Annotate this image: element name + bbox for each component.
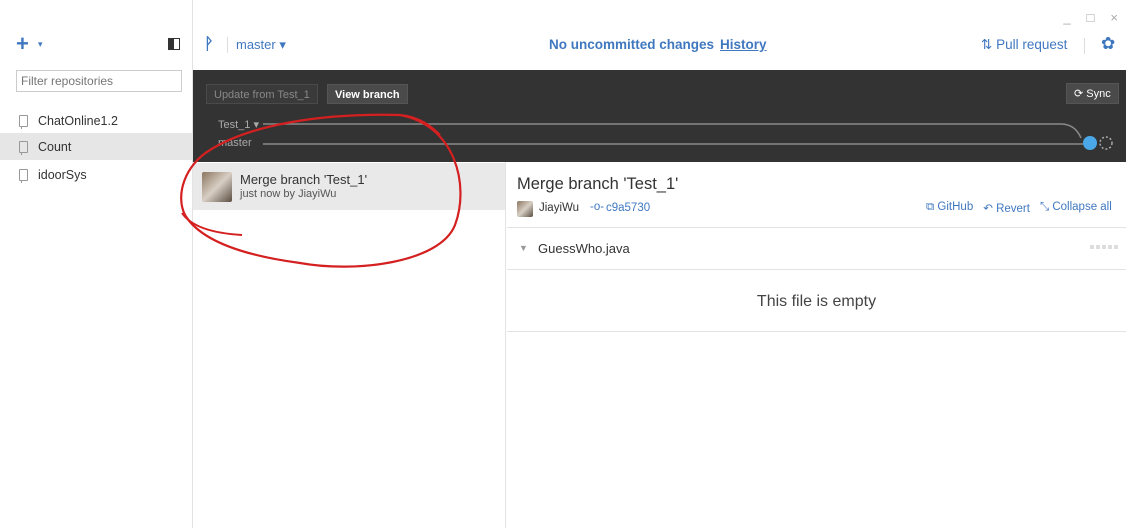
commit-author: JiayiWu	[539, 202, 580, 214]
update-from-branch-button[interactable]: Update from Test_1	[206, 84, 318, 104]
revert-button[interactable]: ↶ Revert	[983, 201, 1030, 215]
divider	[227, 37, 228, 53]
commit-actions: ⧉ GitHub ↶ Revert ⤡ Collapse all	[926, 201, 1112, 215]
commit-node-icon	[1083, 136, 1097, 150]
diff-stat-bar	[1090, 245, 1120, 249]
repo-label: idoorSys	[38, 167, 87, 182]
status-text[interactable]: No uncommitted changes	[549, 37, 714, 52]
repository-icon	[19, 168, 28, 183]
changed-file-name[interactable]: GuessWho.java	[538, 241, 630, 256]
add-repository-button[interactable]: +	[16, 33, 29, 55]
github-label: GitHub	[937, 201, 974, 213]
maximize-button[interactable]: □	[1087, 10, 1095, 25]
external-link-icon: ⧉	[926, 201, 935, 213]
sync-icon: ⟳	[1074, 88, 1084, 100]
pull-request-button[interactable]: ⇅ Pull request	[981, 37, 1067, 53]
commit-icon: -o-	[590, 201, 605, 213]
divider	[507, 227, 1126, 228]
repo-item-chatonline[interactable]: ChatOnline1.2	[0, 107, 192, 134]
pending-node-icon	[1099, 136, 1113, 150]
repository-icon	[19, 140, 28, 155]
gear-icon[interactable]: ✿	[1101, 34, 1115, 54]
toggle-sidebar-icon[interactable]	[168, 38, 180, 50]
repo-label: ChatOnline1.2	[38, 113, 118, 128]
divider	[507, 331, 1126, 332]
pull-request-icon: ⇅	[981, 37, 993, 52]
sync-button[interactable]: ⟳ Sync	[1066, 83, 1119, 104]
repository-icon	[19, 114, 28, 129]
divider	[507, 269, 1126, 270]
empty-file-message: This file is empty	[756, 293, 877, 310]
window-controls: _ □ ×	[1063, 10, 1118, 25]
red-circle-annotation	[180, 113, 462, 268]
close-button[interactable]: ×	[1110, 10, 1118, 25]
branch-selector[interactable]: master ▾	[236, 37, 286, 53]
repo-label: Count	[38, 139, 72, 154]
sync-label: Sync	[1086, 88, 1111, 100]
changes-status: No uncommitted changes History	[549, 37, 767, 52]
history-tab[interactable]: History	[720, 37, 767, 52]
merge-curve	[1060, 123, 1082, 139]
divider	[1084, 38, 1085, 54]
revert-label: Revert	[996, 203, 1030, 215]
repo-item-count[interactable]: Count	[0, 133, 192, 160]
collapse-all-button[interactable]: ⤡ Collapse all	[1040, 201, 1112, 215]
commit-detail-title: Merge branch 'Test_1'	[517, 175, 679, 193]
view-on-github-button[interactable]: ⧉ GitHub	[926, 201, 973, 215]
pull-request-label: Pull request	[996, 37, 1068, 52]
chevron-down-icon[interactable]: ▼	[519, 243, 528, 253]
minimize-button[interactable]: _	[1063, 10, 1070, 25]
filter-repositories-input[interactable]	[16, 70, 182, 92]
collapse-label: Collapse all	[1052, 201, 1112, 213]
revert-icon: ↶	[983, 203, 993, 215]
add-caret-icon[interactable]: ▾	[38, 39, 43, 50]
collapse-icon: ⤡	[1039, 201, 1050, 213]
author-avatar	[517, 201, 533, 217]
commit-sha-link[interactable]: c9a5730	[606, 202, 650, 214]
view-branch-button[interactable]: View branch	[327, 84, 408, 104]
repo-item-idoorsys[interactable]: idoorSys	[0, 161, 192, 188]
branch-icon: ᚹ	[204, 36, 214, 53]
